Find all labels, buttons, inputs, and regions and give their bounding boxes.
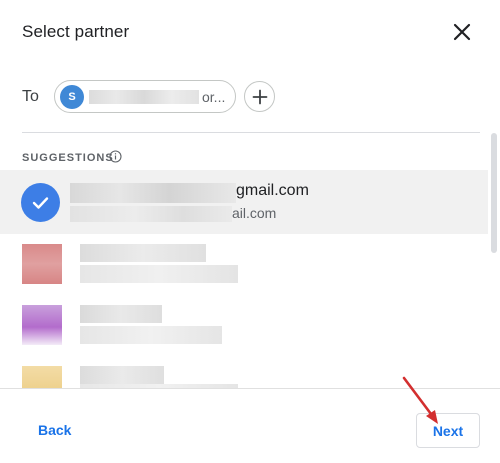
scrollbar[interactable] (491, 133, 497, 253)
contact-primary-email: gmail.com (236, 182, 309, 199)
avatar-redacted (22, 244, 62, 284)
checkmark-icon (32, 197, 49, 209)
suggestion-item-redacted[interactable] (0, 242, 488, 300)
annotation-arrow-icon (402, 376, 438, 424)
recipient-name-suffix: or... (202, 89, 226, 105)
contact-name-redacted (80, 305, 162, 323)
contact-name-redacted (80, 366, 164, 384)
divider (22, 132, 480, 133)
avatar-redacted (22, 305, 62, 345)
contact-email-redacted (80, 265, 238, 283)
recipient-chip[interactable]: S or... (54, 80, 236, 113)
contact-secondary-redacted (70, 206, 232, 222)
suggestions-heading: SUGGESTIONS (22, 152, 114, 164)
suggestion-item-selected[interactable]: gmail.com ail.com (0, 170, 488, 234)
avatar-redacted (22, 366, 62, 388)
close-button[interactable] (448, 18, 476, 46)
dialog-title: Select partner (22, 22, 130, 41)
contact-name-redacted (70, 183, 236, 203)
contact-email-redacted (80, 326, 222, 344)
recipient-name-redacted (89, 90, 199, 104)
contact-name-redacted (80, 244, 206, 262)
selected-avatar (21, 183, 60, 222)
add-recipient-button[interactable] (244, 81, 275, 112)
close-icon (453, 23, 471, 41)
suggestions-list: gmail.com ail.com (0, 170, 488, 388)
plus-icon (252, 89, 268, 105)
recipient-avatar: S (60, 85, 84, 109)
suggestion-item-redacted[interactable] (0, 303, 488, 361)
back-button[interactable]: Back (38, 422, 71, 438)
to-label: To (22, 88, 39, 105)
contact-secondary-email: ail.com (232, 205, 277, 221)
info-icon[interactable] (109, 150, 122, 163)
select-partner-dialog: Select partner To S or... SUGGESTIONS gm… (0, 0, 500, 463)
